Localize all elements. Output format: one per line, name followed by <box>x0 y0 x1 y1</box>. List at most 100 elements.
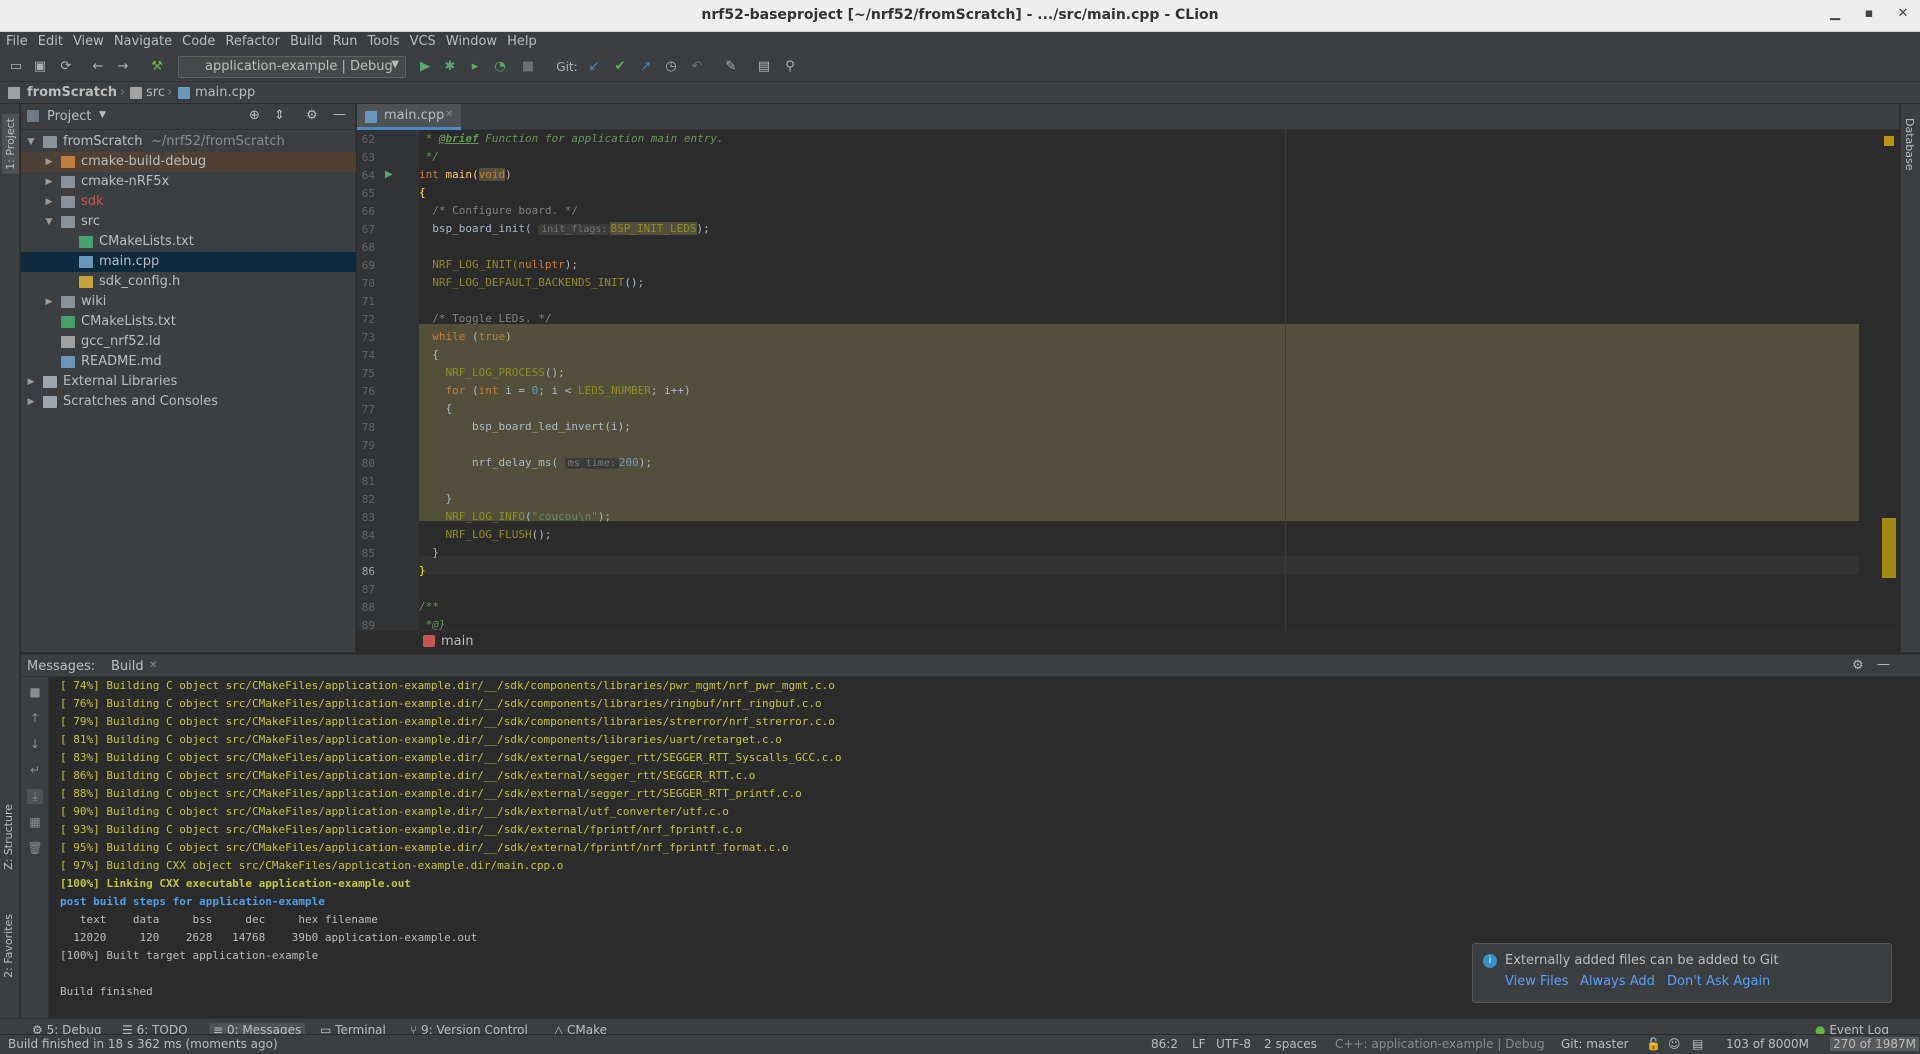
tab-main-cpp[interactable]: main.cpp ✕ <box>357 104 461 130</box>
tree-item[interactable]: sdk_config.h <box>21 272 356 292</box>
soft-wrap-icon[interactable]: ↵ <box>27 763 43 777</box>
tree-item[interactable]: ▶ External Libraries <box>21 372 356 392</box>
sync-icon[interactable]: ⟳ <box>57 59 75 75</box>
print-icon[interactable]: ▦ <box>27 815 43 829</box>
tree-item[interactable]: main.cpp <box>21 252 356 272</box>
close-tab-icon[interactable]: ✕ <box>445 109 453 120</box>
tree-item[interactable]: ▶ cmake-nRF5x <box>21 172 356 192</box>
close-icon[interactable]: ✕ <box>1890 6 1916 26</box>
expand-right-icon[interactable]: ▶ <box>25 392 37 412</box>
project-structure-icon[interactable]: ▤ <box>755 59 773 75</box>
menu-run[interactable]: Run <box>327 32 362 49</box>
history-icon[interactable]: ◷ <box>662 59 680 75</box>
tab-structure[interactable]: Z: Structure <box>2 804 15 870</box>
tree-item[interactable]: ▶ Scratches and Consoles <box>21 392 356 412</box>
expand-right-icon[interactable]: ▶ <box>43 192 55 212</box>
git-push-icon[interactable]: ↗ <box>637 59 655 75</box>
menu-refactor[interactable]: Refactor <box>219 32 284 49</box>
error-stripe[interactable] <box>1878 130 1899 630</box>
indent-setting[interactable]: 2 spaces <box>1264 1037 1317 1051</box>
stop-icon[interactable]: ■ <box>519 59 537 75</box>
tree-item[interactable]: ▼ fromScratch ~/nrf52/fromScratch <box>21 132 356 152</box>
project-panel-title[interactable]: Project <box>47 109 91 124</box>
tree-item[interactable]: CMakeLists.txt <box>21 232 356 252</box>
tab-build[interactable]: Build <box>111 659 144 674</box>
git-branch[interactable]: Git: master <box>1561 1037 1629 1051</box>
expand-down-icon[interactable]: ▼ <box>43 212 55 232</box>
nav-root[interactable]: fromScratch <box>27 85 117 100</box>
build-hammer-icon[interactable]: ⚒ <box>148 59 166 75</box>
line-separator[interactable]: LF <box>1192 1037 1206 1051</box>
menu-help[interactable]: Help <box>501 32 541 49</box>
tree-item[interactable]: gcc_nrf52.ld <box>21 332 356 352</box>
status-message[interactable]: Build finished in 18 s 362 ms (moments a… <box>8 1037 278 1051</box>
tree-item[interactable]: README.md <box>21 352 356 372</box>
debug-icon[interactable]: ✱ <box>441 59 459 75</box>
expand-right-icon[interactable]: ▶ <box>43 152 55 172</box>
scroll-to-end-icon[interactable]: ⤓ <box>27 789 43 804</box>
delete-icon[interactable]: 🗑 <box>27 841 43 855</box>
menu-file[interactable]: File <box>0 32 32 49</box>
locate-icon[interactable]: ⊕ <box>249 108 260 123</box>
maximize-icon[interactable]: ▪ <box>1856 6 1882 26</box>
menu-window[interactable]: Window <box>440 32 501 49</box>
back-icon[interactable]: ← <box>89 59 107 75</box>
menu-navigate[interactable]: Navigate <box>108 32 176 49</box>
tree-item[interactable]: ▶ cmake-build-debug <box>21 152 356 172</box>
memory-indicator[interactable]: 270 of 1987M <box>1830 1037 1919 1051</box>
menu-tools[interactable]: Tools <box>362 32 404 49</box>
gear-icon[interactable]: ⚙ <box>1852 658 1864 673</box>
up-icon[interactable]: ↑ <box>27 711 43 725</box>
nav-file[interactable]: main.cpp <box>195 85 255 100</box>
always-add-link[interactable]: Always Add <box>1580 974 1655 989</box>
tree-item[interactable]: ▼ src <box>21 212 356 232</box>
run-configuration-select[interactable]: application-example | Debug ▼ <box>178 56 406 78</box>
git-commit-icon[interactable]: ✔ <box>611 59 629 75</box>
caret-position[interactable]: 86:2 <box>1151 1037 1178 1051</box>
tree-item[interactable]: CMakeLists.txt <box>21 312 356 332</box>
nav-dir[interactable]: src <box>146 85 165 100</box>
run-icon[interactable]: ▶ <box>416 59 434 75</box>
hide-icon[interactable]: — <box>333 107 346 122</box>
code-editor[interactable]: * @brief Function for application main e… <box>419 130 1859 630</box>
tab-project[interactable]: 1: Project <box>2 114 19 174</box>
tab-database[interactable]: Database <box>1903 118 1916 171</box>
collapse-all-icon[interactable]: ⇕ <box>274 108 285 123</box>
menu-vcs[interactable]: VCS <box>404 32 440 49</box>
expand-right-icon[interactable]: ▶ <box>43 172 55 192</box>
profile-icon[interactable]: ◔ <box>491 59 509 75</box>
dont-ask-again-link[interactable]: Don't Ask Again <box>1667 974 1770 989</box>
save-icon[interactable]: ▣ <box>31 59 49 75</box>
git-update-icon[interactable]: ↙ <box>585 59 603 75</box>
tab-favorites[interactable]: 2: Favorites <box>2 914 15 978</box>
stop-icon[interactable]: ■ <box>27 685 43 699</box>
settings-wrench-icon[interactable]: ✎ <box>722 59 740 75</box>
menu-code[interactable]: Code <box>176 32 219 49</box>
search-icon[interactable]: ⚲ <box>781 59 799 75</box>
close-tab-icon[interactable]: ✕ <box>149 660 157 671</box>
tree-item[interactable]: ▶ wiki <box>21 292 356 312</box>
file-encoding[interactable]: UTF-8 <box>1216 1037 1251 1051</box>
gear-icon[interactable]: ⚙ <box>306 108 318 123</box>
view-files-link[interactable]: View Files <box>1505 974 1569 989</box>
down-icon[interactable]: ↓ <box>27 737 43 751</box>
tree-item[interactable]: ▶ sdk <box>21 192 356 212</box>
run-gutter-icon[interactable]: ▶ <box>385 169 393 180</box>
breadcrumb-function[interactable]: main <box>441 634 473 649</box>
expand-down-icon[interactable]: ▼ <box>25 132 37 152</box>
inspector-icon[interactable]: ☺ <box>1668 1037 1681 1051</box>
expand-right-icon[interactable]: ▶ <box>25 372 37 392</box>
lock-icon[interactable]: 🔓 <box>1646 1037 1661 1051</box>
menu-build[interactable]: Build <box>284 32 327 49</box>
resolve-context[interactable]: C++: application-example | Debug <box>1335 1037 1545 1051</box>
menu-edit[interactable]: Edit <box>32 32 67 49</box>
forward-icon[interactable]: → <box>114 59 132 75</box>
warning-icon[interactable] <box>1884 136 1894 146</box>
open-folder-icon[interactable]: ▭ <box>7 59 25 75</box>
minimize-icon[interactable]: ▁ <box>1822 6 1848 26</box>
revert-icon[interactable]: ↶ <box>688 59 706 75</box>
coverage-icon[interactable]: ▸ <box>466 59 484 75</box>
hide-icon[interactable]: — <box>1877 657 1890 672</box>
chevron-down-icon[interactable]: ▼ <box>99 110 106 120</box>
menu-view[interactable]: View <box>67 32 108 49</box>
